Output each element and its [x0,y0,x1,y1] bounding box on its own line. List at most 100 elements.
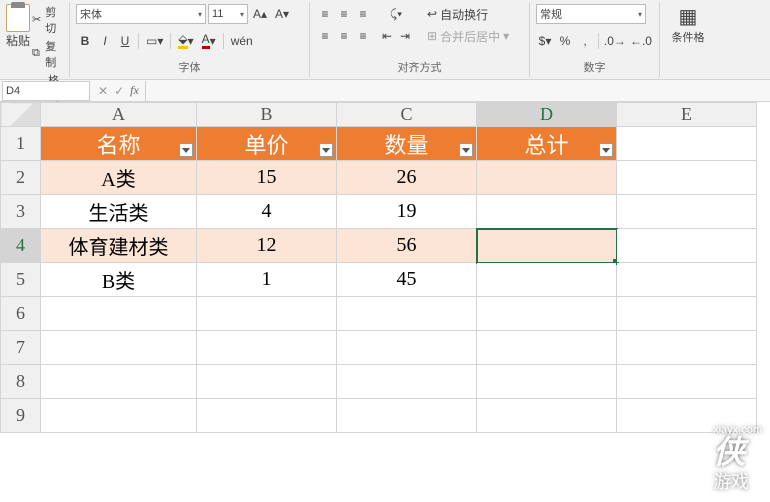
border-button[interactable]: ▭▾ [143,31,166,51]
row-header-8[interactable]: 8 [1,365,41,399]
name-box[interactable]: D4 [2,81,90,101]
font-color-button[interactable]: A▾ [199,31,219,51]
filter-icon[interactable] [599,143,613,157]
cut-button[interactable]: ✂剪切 [32,4,63,36]
align-bottom-button[interactable]: ≡ [354,4,372,24]
cell-D7[interactable] [477,331,617,365]
cell-D2[interactable] [477,161,617,195]
cell-C6[interactable] [337,297,477,331]
row-header-4[interactable]: 4 [1,229,41,263]
align-center-button[interactable]: ≡ [335,26,353,46]
cell-B2[interactable]: 15 [197,161,337,195]
align-top-button[interactable]: ≡ [316,4,334,24]
cell-D6[interactable] [477,297,617,331]
cell-C8[interactable] [337,365,477,399]
fx-button[interactable]: fx [130,83,139,98]
cell-D1[interactable]: 总计 [477,127,617,161]
cell-A6[interactable] [41,297,197,331]
font-size-combo[interactable]: 11▾ [208,4,248,24]
row-header-5[interactable]: 5 [1,263,41,297]
wrap-text-button[interactable]: ↩自动换行 [424,4,514,24]
increase-font-button[interactable]: A▴ [250,4,270,24]
cell-D5[interactable] [477,263,617,297]
select-all-corner[interactable] [1,103,41,127]
cell-B9[interactable] [197,399,337,433]
cell-C3[interactable]: 19 [337,195,477,229]
cell-B6[interactable] [197,297,337,331]
align-right-button[interactable]: ≡ [354,26,372,46]
cell-B5[interactable]: 1 [197,263,337,297]
cell-A4[interactable]: 体育建材类 [41,229,197,263]
cell-E4[interactable] [617,229,757,263]
cell-B8[interactable] [197,365,337,399]
cell-E1[interactable] [617,127,757,161]
cell-D4[interactable] [477,229,617,263]
merge-center-button[interactable]: ⊞合并后居中▾ [424,26,514,46]
decrease-font-button[interactable]: A▾ [272,4,292,24]
cell-A3[interactable]: 生活类 [41,195,197,229]
row-header-6[interactable]: 6 [1,297,41,331]
cell-B3[interactable]: 4 [197,195,337,229]
increase-decimal-button[interactable]: .0→ [603,31,627,51]
ribbon: 粘贴 ✂剪切 ⧉复制 🖌格式刷 剪贴板 宋体▾ 11▾ A▴ A▾ B I U … [0,0,770,80]
col-header-D[interactable]: D [477,103,617,127]
filter-icon[interactable] [179,143,193,157]
align-left-button[interactable]: ≡ [316,26,334,46]
cell-E2[interactable] [617,161,757,195]
cell-A5[interactable]: B类 [41,263,197,297]
col-header-C[interactable]: C [337,103,477,127]
conditional-format-button[interactable]: ▦ 条件格 [666,4,710,45]
cell-A9[interactable] [41,399,197,433]
col-header-A[interactable]: A [41,103,197,127]
comma-format-button[interactable]: , [576,31,594,51]
phonetic-button[interactable]: wén [228,31,256,51]
row-header-3[interactable]: 3 [1,195,41,229]
bold-button[interactable]: B [76,31,94,51]
cell-C4[interactable]: 56 [337,229,477,263]
decrease-decimal-button[interactable]: ←.0 [629,31,653,51]
decrease-indent-button[interactable]: ⇤ [378,26,396,46]
cell-B1[interactable]: 单价 [197,127,337,161]
cell-A8[interactable] [41,365,197,399]
formula-input[interactable] [145,81,770,101]
cell-A1[interactable]: 名称 [41,127,197,161]
align-middle-button[interactable]: ≡ [335,4,353,24]
filter-icon[interactable] [459,143,473,157]
cell-E3[interactable] [617,195,757,229]
fill-color-button[interactable]: ⬙▾ [175,31,196,51]
cell-A7[interactable] [41,331,197,365]
cell-E8[interactable] [617,365,757,399]
cell-D9[interactable] [477,399,617,433]
col-header-E[interactable]: E [617,103,757,127]
col-header-B[interactable]: B [197,103,337,127]
number-format-combo[interactable]: 常规▾ [536,4,646,24]
cell-A2[interactable]: A类 [41,161,197,195]
row-header-9[interactable]: 9 [1,399,41,433]
cell-E7[interactable] [617,331,757,365]
percent-format-button[interactable]: % [556,31,574,51]
cell-C5[interactable]: 45 [337,263,477,297]
cell-D8[interactable] [477,365,617,399]
increase-indent-button[interactable]: ⇥ [396,26,414,46]
italic-button[interactable]: I [96,31,114,51]
confirm-formula-button[interactable]: ✓ [114,84,124,98]
accounting-format-button[interactable]: $▾ [536,31,554,51]
cancel-formula-button[interactable]: ✕ [98,84,108,98]
row-header-2[interactable]: 2 [1,161,41,195]
cell-B4[interactable]: 12 [197,229,337,263]
orientation-button[interactable]: ⤹▾ [378,4,414,24]
cell-C1[interactable]: 数量 [337,127,477,161]
cell-E5[interactable] [617,263,757,297]
cell-E6[interactable] [617,297,757,331]
cell-C9[interactable] [337,399,477,433]
cell-B7[interactable] [197,331,337,365]
font-name-combo[interactable]: 宋体▾ [76,4,206,24]
cell-C7[interactable] [337,331,477,365]
cell-D3[interactable] [477,195,617,229]
filter-icon[interactable] [319,143,333,157]
row-header-1[interactable]: 1 [1,127,41,161]
cell-C2[interactable]: 26 [337,161,477,195]
row-header-7[interactable]: 7 [1,331,41,365]
underline-button[interactable]: U [116,31,134,51]
copy-button[interactable]: ⧉复制 [32,38,63,70]
